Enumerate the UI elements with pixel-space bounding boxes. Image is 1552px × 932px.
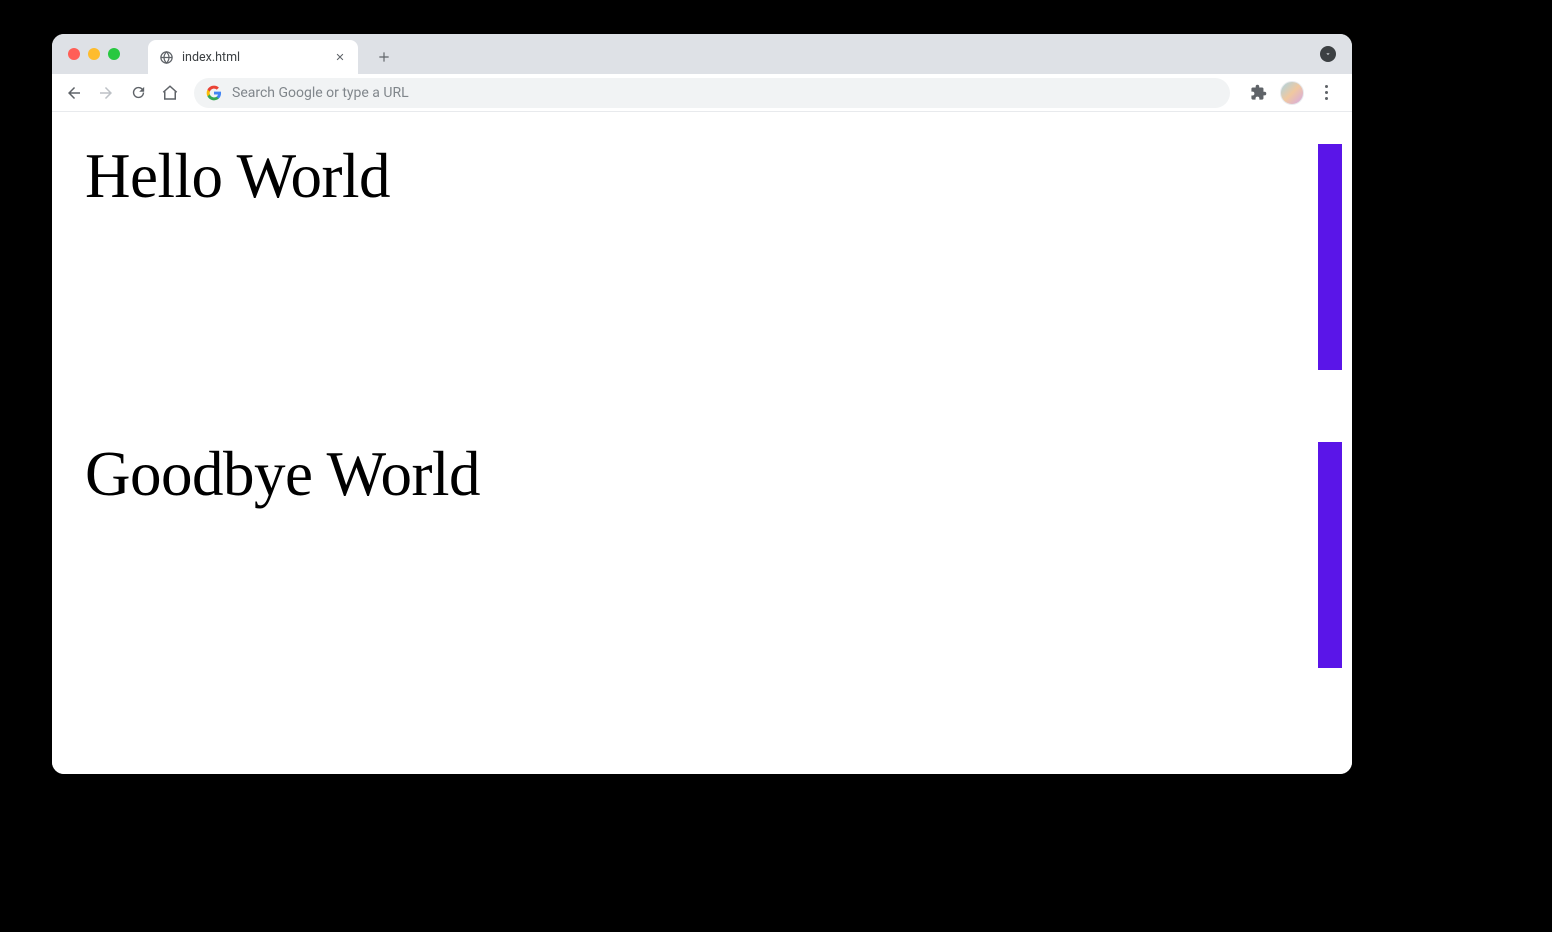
back-button[interactable] xyxy=(60,79,88,107)
heading-hello: Hello World xyxy=(52,112,1352,213)
section-1: Hello World xyxy=(52,112,1352,410)
profile-avatar[interactable] xyxy=(1280,81,1304,105)
address-bar[interactable]: Search Google or type a URL xyxy=(194,78,1230,108)
google-icon xyxy=(206,85,222,101)
close-window-button[interactable] xyxy=(68,48,80,60)
browser-tab[interactable]: index.html xyxy=(148,40,358,74)
accent-bar-1 xyxy=(1318,144,1342,370)
extensions-button[interactable] xyxy=(1244,79,1272,107)
toolbar: Search Google or type a URL xyxy=(52,74,1352,112)
forward-button[interactable] xyxy=(92,79,120,107)
section-2: Goodbye World xyxy=(52,410,1352,770)
reload-button[interactable] xyxy=(124,79,152,107)
menu-button[interactable] xyxy=(1312,79,1340,107)
accent-bar-2 xyxy=(1318,442,1342,668)
minimize-window-button[interactable] xyxy=(88,48,100,60)
close-tab-button[interactable] xyxy=(332,49,348,65)
page-viewport: Hello World Goodbye World xyxy=(52,112,1352,774)
tab-title: index.html xyxy=(182,50,332,65)
toolbar-right xyxy=(1240,79,1344,107)
search-tabs-button[interactable] xyxy=(1320,46,1336,62)
new-tab-button[interactable] xyxy=(370,43,398,71)
window-controls xyxy=(62,34,128,74)
globe-icon xyxy=(158,49,174,65)
browser-window: index.html xyxy=(52,34,1352,774)
home-button[interactable] xyxy=(156,79,184,107)
tab-bar: index.html xyxy=(52,34,1352,74)
address-bar-placeholder: Search Google or type a URL xyxy=(232,85,1218,101)
tab-bar-right xyxy=(1320,34,1336,74)
maximize-window-button[interactable] xyxy=(108,48,120,60)
heading-goodbye: Goodbye World xyxy=(52,410,1352,511)
